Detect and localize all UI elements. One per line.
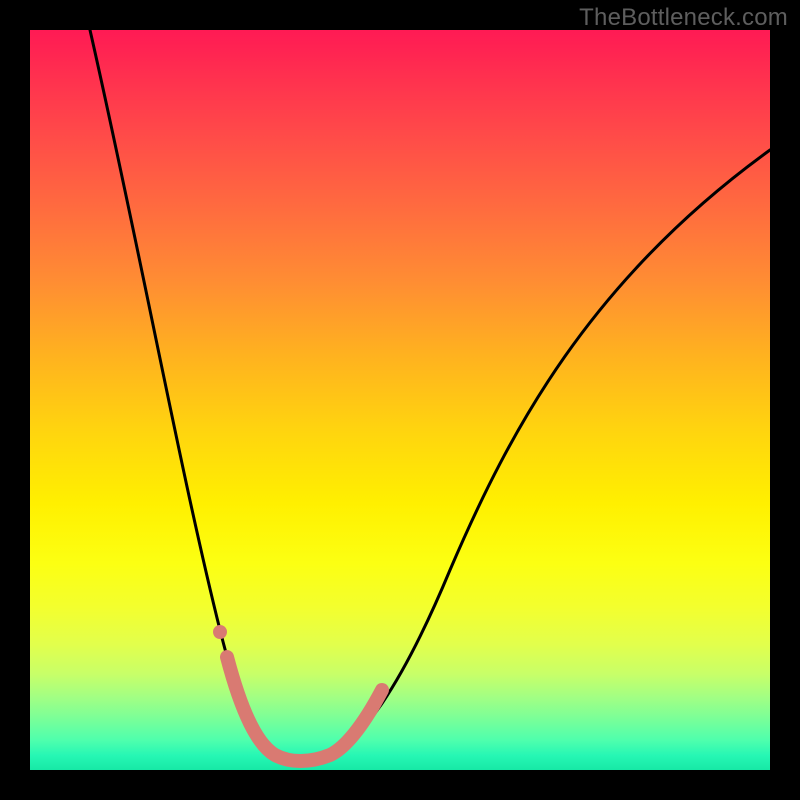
- highlight-segment: [227, 657, 382, 761]
- chart-frame: TheBottleneck.com: [0, 0, 800, 800]
- plot-area: [30, 30, 770, 770]
- watermark-text: TheBottleneck.com: [579, 4, 788, 32]
- bottleneck-curve-main: [90, 30, 770, 761]
- curve-layer: [30, 30, 770, 770]
- highlight-dot-left: [213, 625, 227, 639]
